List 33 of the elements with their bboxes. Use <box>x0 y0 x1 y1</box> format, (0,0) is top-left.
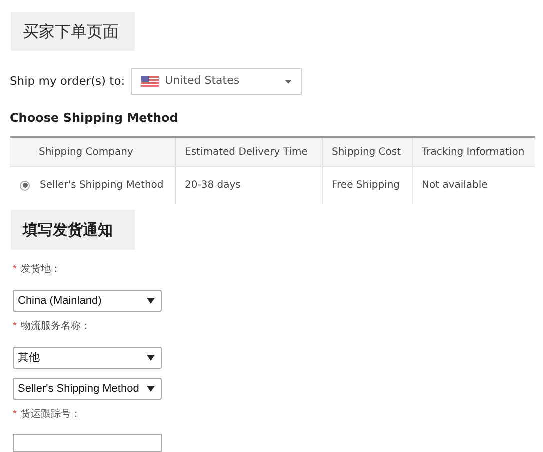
select-value: Seller's Shipping Method <box>18 382 140 397</box>
table-cell: 20-38 days <box>175 167 322 204</box>
country-select[interactable]: United States <box>131 68 302 95</box>
dropdown-select[interactable]: China (Mainland) <box>13 290 162 312</box>
caret-icon <box>147 386 155 392</box>
table-cell: Not available <box>412 167 535 204</box>
column-header: Estimated Delivery Time <box>175 138 322 166</box>
ship-to-label: Ship my order(s) to: <box>10 72 126 90</box>
caret-icon <box>285 80 292 84</box>
select-value: 其他 <box>18 350 41 366</box>
column-header: Shipping Company <box>38 146 134 160</box>
radio-button[interactable] <box>20 180 30 190</box>
field-label: 物流服务名称： <box>20 320 91 334</box>
caret-icon <box>147 355 155 361</box>
input-field[interactable] <box>13 434 162 452</box>
caret-icon <box>147 298 155 304</box>
select-value: United States <box>165 73 241 90</box>
required-asterisk: * <box>13 320 17 334</box>
required-asterisk: * <box>13 408 17 422</box>
table-cell: Free Shipping <box>322 167 412 204</box>
required-asterisk: * <box>13 262 17 276</box>
column-header: Shipping Cost <box>322 138 412 166</box>
flag-icon <box>141 76 160 87</box>
column-header: Tracking Information <box>412 138 535 166</box>
select-value: China (Mainland) <box>18 294 103 309</box>
field-label: 发货地： <box>20 262 61 276</box>
dropdown-select[interactable]: Seller's Shipping Method <box>13 378 162 400</box>
dropdown-select[interactable]: 其他 <box>13 347 162 369</box>
page-title: 买家下单页面 <box>11 12 135 51</box>
field-label: 货运跟踪号： <box>20 408 81 422</box>
table-cell-text: Seller's Shipping Method <box>40 179 164 193</box>
section-title: Choose Shipping Method <box>10 110 178 127</box>
section-title: 填写发货通知 <box>11 210 135 250</box>
